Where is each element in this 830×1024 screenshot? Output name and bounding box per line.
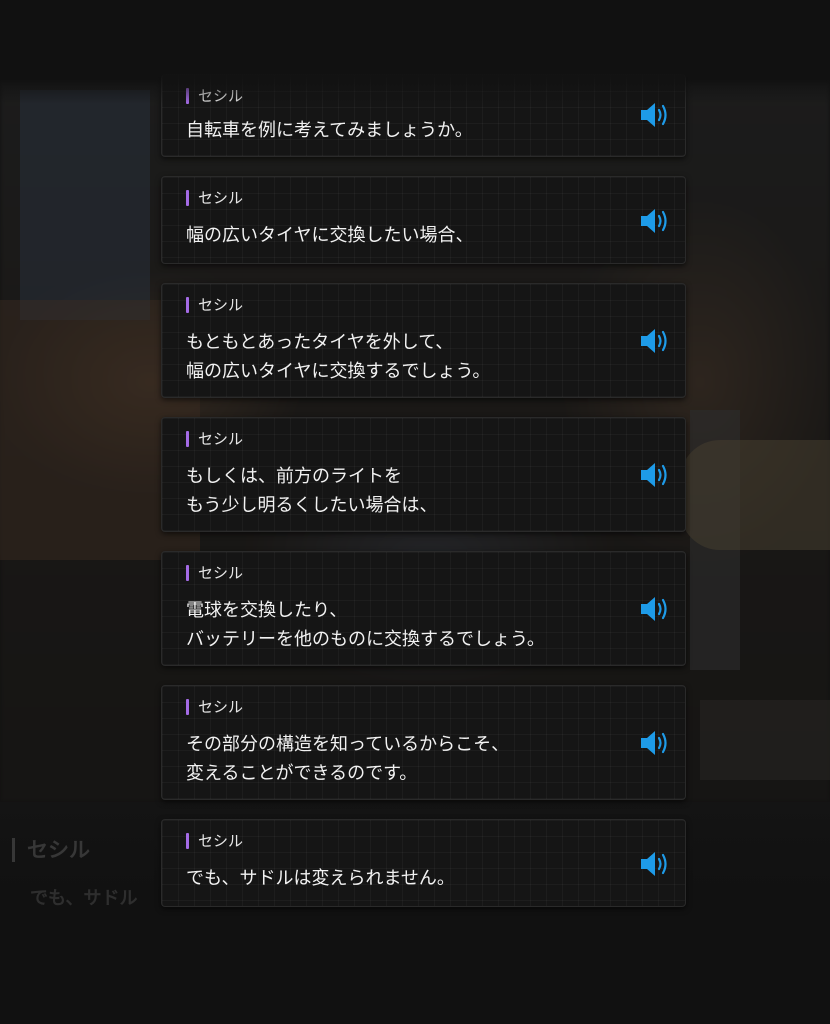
speaker-volume-icon — [639, 850, 673, 878]
speaker-name: セシル — [198, 189, 244, 207]
dialogue-text: 自転車を例に考えてみましょうか。 — [186, 120, 473, 141]
speaker-name: セシル — [198, 296, 244, 314]
speaker-volume-icon — [639, 461, 673, 489]
background-parts — [700, 700, 830, 780]
replay-voice-button[interactable] — [639, 207, 673, 235]
story-log-screen: セシル でも、サドル セシル 自転車を例に考えてみましょうか。 セシル 幅の広い… — [0, 0, 830, 1024]
speaker-name: セシル — [198, 430, 244, 448]
log-entry: セシル その部分の構造を知っているからこそ、 変えることができるのです。 — [161, 685, 686, 800]
log-entry: セシル もしくは、前方のライトを もう少し明るくしたい場合は、 — [161, 417, 686, 532]
speaker-volume-icon — [639, 101, 673, 129]
background-speaker-name: セシル — [12, 838, 90, 862]
log-entry: セシル 電球を交換したり、 バッテリーを他のものに交換するでしょう。 — [161, 551, 686, 666]
speaker-accent-bar — [186, 699, 189, 715]
dialogue-text: 幅の広いタイヤに交換したい場合、 — [186, 225, 474, 246]
replay-voice-button[interactable] — [639, 327, 673, 355]
dialogue-text: でも、サドルは変えられません。 — [186, 868, 455, 889]
speaker-row: セシル — [186, 87, 243, 105]
speaker-accent-bar — [186, 88, 189, 104]
speaker-accent-bar — [186, 833, 189, 849]
background-machine-barrel — [680, 440, 830, 550]
speaker-volume-icon — [639, 595, 673, 623]
dialogue-text: その部分の構造を知っているからこそ、 変えることができるのです。 — [186, 734, 510, 784]
background-line-text: でも、サドル — [30, 888, 138, 909]
speaker-volume-icon — [639, 729, 673, 757]
replay-voice-button[interactable] — [639, 850, 673, 878]
speaker-row: セシル — [186, 430, 243, 448]
speaker-volume-icon — [639, 327, 673, 355]
dialogue-text: もしくは、前方のライトを もう少し明るくしたい場合は、 — [186, 466, 438, 516]
log-entry: セシル 幅の広いタイヤに交換したい場合、 — [161, 176, 686, 264]
speaker-row: セシル — [186, 189, 243, 207]
speaker-row: セシル — [186, 296, 243, 314]
speaker-accent-bar — [186, 565, 189, 581]
speaker-volume-icon — [639, 207, 673, 235]
speaker-name: セシル — [198, 564, 244, 582]
speaker-accent-bar — [186, 297, 189, 313]
dialogue-text: 電球を交換したり、 バッテリーを他のものに交換するでしょう。 — [186, 600, 545, 650]
speaker-accent-bar — [186, 431, 189, 447]
speaker-row: セシル — [186, 564, 243, 582]
speaker-name: セシル — [198, 87, 244, 105]
log-entry: セシル でも、サドルは変えられません。 — [161, 819, 686, 907]
background-window — [20, 90, 150, 320]
replay-voice-button[interactable] — [639, 595, 673, 623]
dialogue-text: もともとあったタイヤを外して、 幅の広いタイヤに交換するでしょう。 — [186, 332, 491, 382]
replay-voice-button[interactable] — [639, 461, 673, 489]
speaker-name: セシル — [198, 832, 244, 850]
log-entry: セシル 自転車を例に考えてみましょうか。 — [161, 74, 686, 157]
log-entry: セシル もともとあったタイヤを外して、 幅の広いタイヤに交換するでしょう。 — [161, 283, 686, 398]
replay-voice-button[interactable] — [639, 101, 673, 129]
speaker-row: セシル — [186, 832, 243, 850]
speaker-name: セシル — [198, 698, 244, 716]
speaker-accent-bar — [186, 190, 189, 206]
speaker-row: セシル — [186, 698, 243, 716]
replay-voice-button[interactable] — [639, 729, 673, 757]
